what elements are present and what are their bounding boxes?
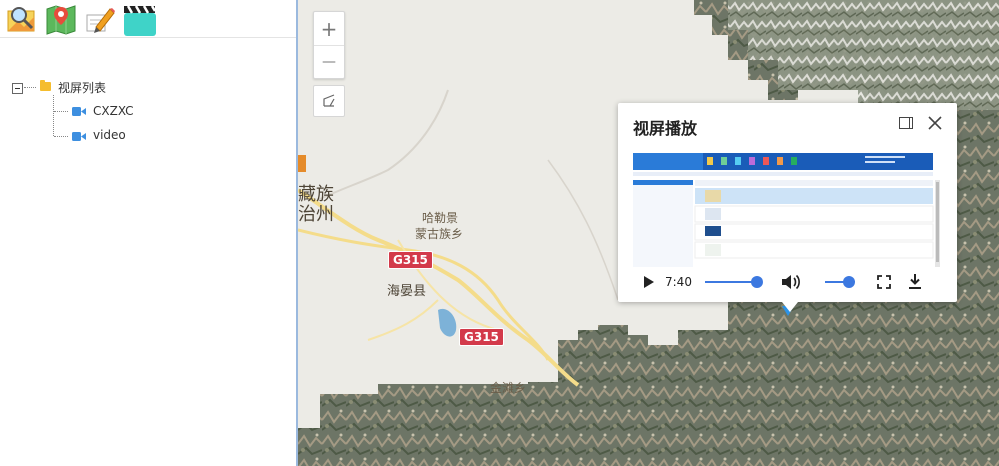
tree-item-video[interactable]: video bbox=[93, 128, 126, 142]
fullscreen-icon[interactable] bbox=[877, 275, 891, 289]
progress-slider[interactable] bbox=[705, 275, 765, 289]
tree-connector bbox=[53, 95, 54, 136]
road-shield-g315: G315 bbox=[459, 328, 504, 346]
tree-connector bbox=[54, 111, 68, 112]
search-map-icon[interactable] bbox=[6, 3, 38, 35]
app-window: 视屏列表 CXZXC video 藏族 治州 哈勒景 蒙古族乡 海晏县 金滩乡 … bbox=[0, 0, 999, 466]
road-shield-g315: G315 bbox=[388, 251, 433, 269]
collapse-icon[interactable] bbox=[12, 82, 23, 94]
zoom-out-button[interactable]: — bbox=[314, 45, 344, 78]
volume-slider[interactable] bbox=[825, 275, 857, 289]
tree-root-expander[interactable] bbox=[12, 81, 23, 95]
map-label-county: 海晏县 bbox=[387, 284, 427, 299]
volume-knob[interactable] bbox=[843, 276, 855, 288]
draw-polygon-icon bbox=[323, 94, 335, 107]
tree-root-label[interactable]: 视屏列表 bbox=[58, 79, 106, 96]
map-label-township2: 金滩乡 bbox=[490, 381, 527, 395]
video-controls: 7:40 bbox=[633, 267, 943, 297]
download-icon[interactable] bbox=[908, 273, 922, 290]
map-label-township1-line1: 哈勒景 bbox=[422, 211, 459, 225]
progress-knob[interactable] bbox=[751, 276, 763, 288]
maximize-icon[interactable] bbox=[899, 117, 913, 129]
map-label-township1-line2: 蒙古族乡 bbox=[415, 227, 464, 241]
zoom-control: + — bbox=[313, 11, 345, 79]
sidebar: 视屏列表 CXZXC video bbox=[0, 0, 296, 466]
video-time: 7:40 bbox=[665, 275, 692, 289]
play-icon[interactable] bbox=[643, 275, 655, 289]
tree-item-cxzxc[interactable]: CXZXC bbox=[93, 104, 134, 118]
map-label-prefecture-line2: 治州 bbox=[298, 204, 334, 225]
clapperboard-icon[interactable] bbox=[123, 3, 157, 36]
toolbar bbox=[0, 0, 296, 38]
map-pin-icon[interactable] bbox=[45, 3, 77, 35]
video-camera-icon bbox=[72, 132, 86, 141]
tree-connector bbox=[24, 87, 36, 88]
folder-icon bbox=[40, 80, 51, 91]
edit-pencil-icon[interactable] bbox=[84, 3, 116, 35]
zoom-in-button[interactable]: + bbox=[314, 12, 344, 45]
popup-title: 视屏播放 bbox=[633, 119, 698, 138]
volume-icon[interactable] bbox=[781, 273, 801, 291]
video-player[interactable]: 7:40 bbox=[633, 150, 943, 297]
video-camera-icon bbox=[72, 107, 86, 116]
video-frame bbox=[633, 150, 943, 270]
draw-polygon-button[interactable] bbox=[313, 85, 345, 117]
close-icon[interactable] bbox=[927, 115, 943, 131]
video-popup: 视屏播放 7:40 bbox=[618, 103, 957, 312]
tree-connector bbox=[54, 136, 68, 137]
